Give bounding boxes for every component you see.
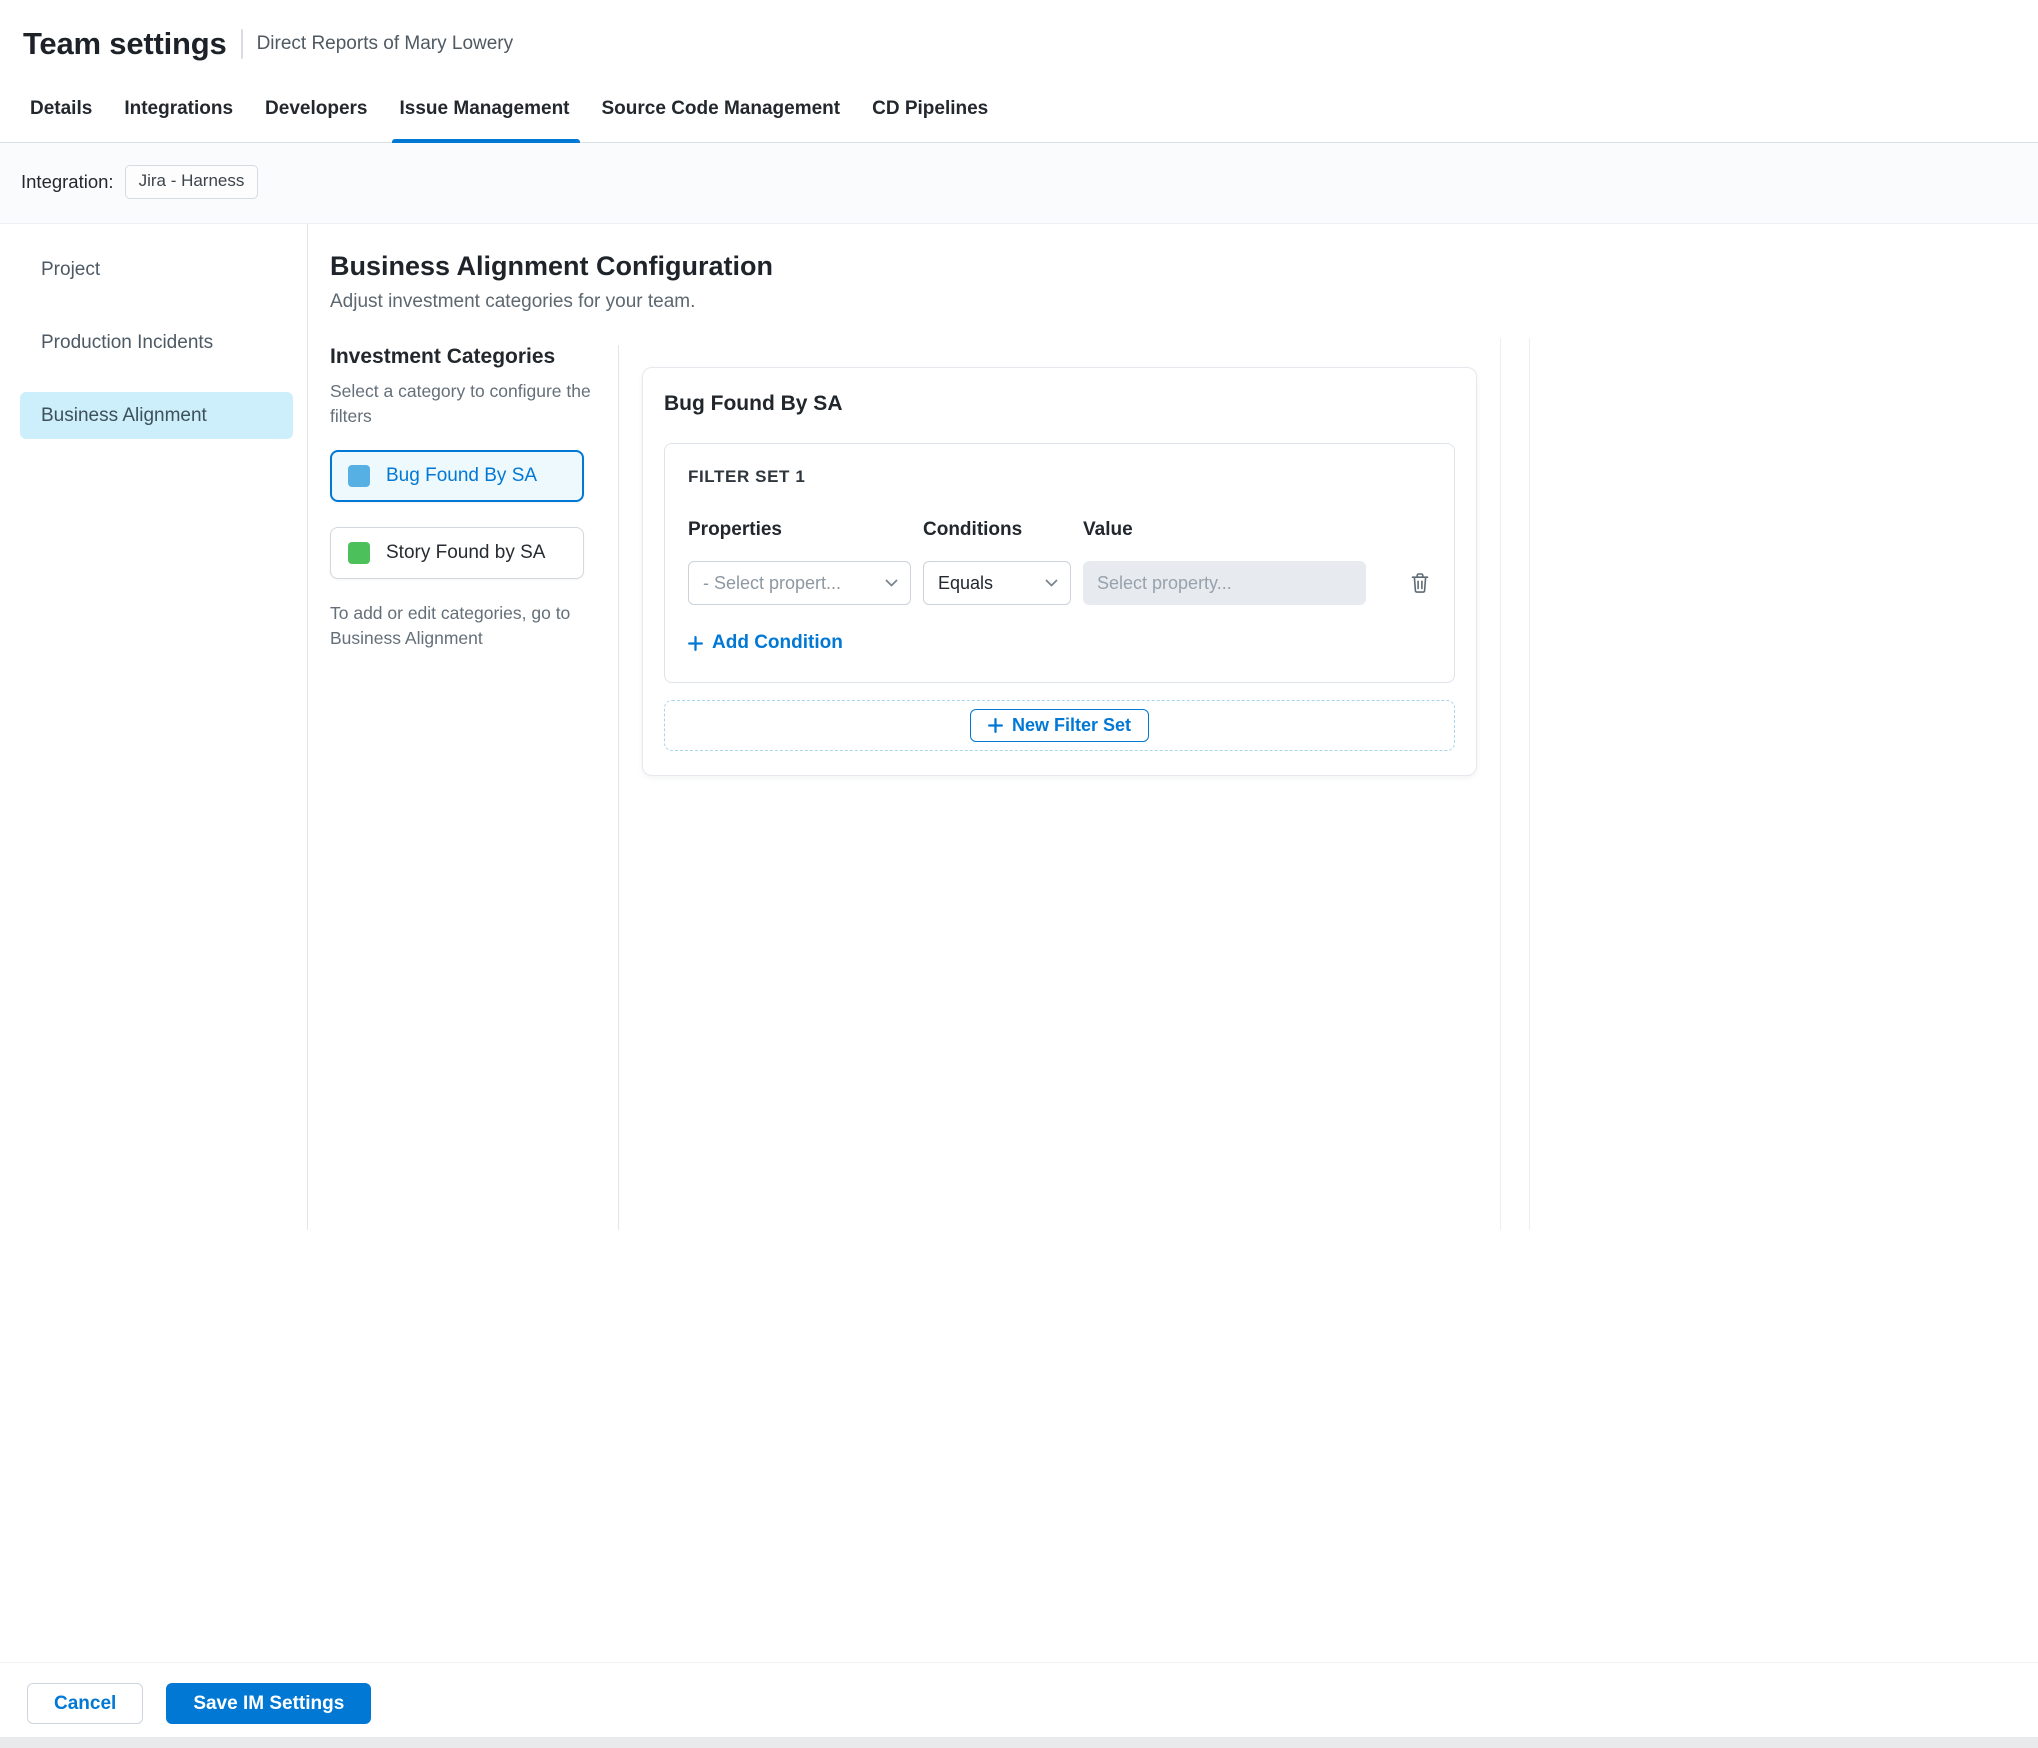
category-button-story-found-by-sa[interactable]: Story Found by SA bbox=[330, 527, 584, 579]
investment-categories-column: Investment Categories Select a category … bbox=[330, 345, 619, 1230]
category-button-bug-found-by-sa[interactable]: Bug Found By SA bbox=[330, 450, 584, 502]
category-color-swatch-green bbox=[348, 542, 370, 564]
configuration-columns: Investment Categories Select a category … bbox=[330, 345, 2038, 1230]
main-panel: Business Alignment Configuration Adjust … bbox=[308, 224, 2038, 1230]
new-filter-set-label: New Filter Set bbox=[1011, 714, 1132, 735]
integration-label: Integration: bbox=[21, 171, 114, 192]
section-title: Business Alignment Configuration bbox=[330, 251, 774, 281]
page-footer: Cancel Save IM Settings bbox=[0, 1662, 2038, 1724]
value-column-label: Value bbox=[1083, 519, 1133, 540]
investment-categories-help: Select a category to configure the filte… bbox=[330, 381, 591, 426]
tab-issue-management[interactable]: Issue Management bbox=[384, 80, 586, 143]
add-condition-button[interactable]: Add Condition bbox=[688, 631, 843, 655]
tab-cd-pipelines[interactable]: CD Pipelines bbox=[856, 80, 1004, 142]
integration-chip[interactable]: Jira - Harness bbox=[124, 165, 259, 199]
tab-details[interactable]: Details bbox=[14, 80, 108, 142]
sidebar-item-project[interactable]: Project bbox=[20, 246, 293, 293]
tab-source-code-management[interactable]: Source Code Management bbox=[586, 80, 857, 142]
save-im-settings-button[interactable]: Save IM Settings bbox=[166, 1683, 372, 1724]
property-select[interactable]: - Select propert... bbox=[688, 561, 911, 605]
section-subtitle: Adjust investment categories for your te… bbox=[330, 291, 696, 312]
filter-condition-row: - Select propert... Equals bbox=[688, 561, 1430, 605]
page: Team settings Direct Reports of Mary Low… bbox=[0, 0, 2038, 1748]
category-label: Story Found by SA bbox=[386, 542, 546, 563]
property-select-value: - Select propert... bbox=[703, 572, 842, 593]
properties-column-label: Properties bbox=[688, 519, 782, 540]
add-condition-label: Add Condition bbox=[712, 632, 843, 653]
category-list: Bug Found By SA Story Found by SA bbox=[330, 450, 600, 579]
filter-set-title: FILTER SET 1 bbox=[688, 467, 806, 486]
filter-column-labels: Properties Conditions Value bbox=[688, 519, 1430, 541]
condition-select-value: Equals bbox=[938, 572, 994, 593]
trash-icon bbox=[1411, 573, 1429, 593]
condition-select[interactable]: Equals bbox=[923, 561, 1071, 605]
bottom-strip bbox=[0, 1737, 2038, 1748]
page-header: Team settings Direct Reports of Mary Low… bbox=[0, 0, 2038, 80]
conditions-column-label: Conditions bbox=[923, 519, 1023, 540]
content-area: Project Production Incidents Business Al… bbox=[0, 224, 2038, 1230]
filter-panel-column: Bug Found By SA FILTER SET 1 Properties … bbox=[619, 345, 2038, 1230]
category-color-swatch-blue bbox=[348, 465, 370, 487]
page-subtitle: Direct Reports of Mary Lowery bbox=[256, 33, 514, 54]
page-title: Team settings bbox=[23, 26, 227, 61]
category-label: Bug Found By SA bbox=[386, 465, 538, 486]
categories-footnote: To add or edit categories, go to Busines… bbox=[330, 603, 571, 648]
new-filter-set-zone: New Filter Set bbox=[664, 699, 1455, 751]
filter-card: Bug Found By SA FILTER SET 1 Properties … bbox=[642, 367, 1477, 776]
delete-condition-button[interactable] bbox=[1406, 568, 1434, 598]
value-input[interactable] bbox=[1083, 561, 1366, 605]
investment-categories-title: Investment Categories bbox=[330, 345, 556, 368]
tab-integrations[interactable]: Integrations bbox=[108, 80, 249, 142]
plus-icon bbox=[688, 635, 703, 651]
new-filter-set-button[interactable]: New Filter Set bbox=[969, 708, 1150, 742]
sidebar: Project Production Incidents Business Al… bbox=[0, 224, 308, 1230]
tab-bar: Details Integrations Developers Issue Ma… bbox=[0, 80, 2038, 143]
sidebar-item-business-alignment[interactable]: Business Alignment bbox=[20, 392, 293, 439]
cancel-button[interactable]: Cancel bbox=[27, 1683, 144, 1724]
plus-icon bbox=[988, 717, 1003, 733]
sidebar-item-production-incidents[interactable]: Production Incidents bbox=[20, 319, 293, 366]
title-divider bbox=[240, 29, 243, 59]
scrollbar-track[interactable] bbox=[1500, 338, 1530, 1230]
filter-card-title: Bug Found By SA bbox=[664, 392, 843, 415]
filter-set: FILTER SET 1 Properties Conditions Value… bbox=[664, 443, 1455, 683]
integration-row: Integration: Jira - Harness bbox=[0, 143, 2038, 224]
chevron-down-icon bbox=[885, 579, 898, 587]
tab-developers[interactable]: Developers bbox=[249, 80, 383, 142]
chevron-down-icon bbox=[1045, 579, 1058, 587]
